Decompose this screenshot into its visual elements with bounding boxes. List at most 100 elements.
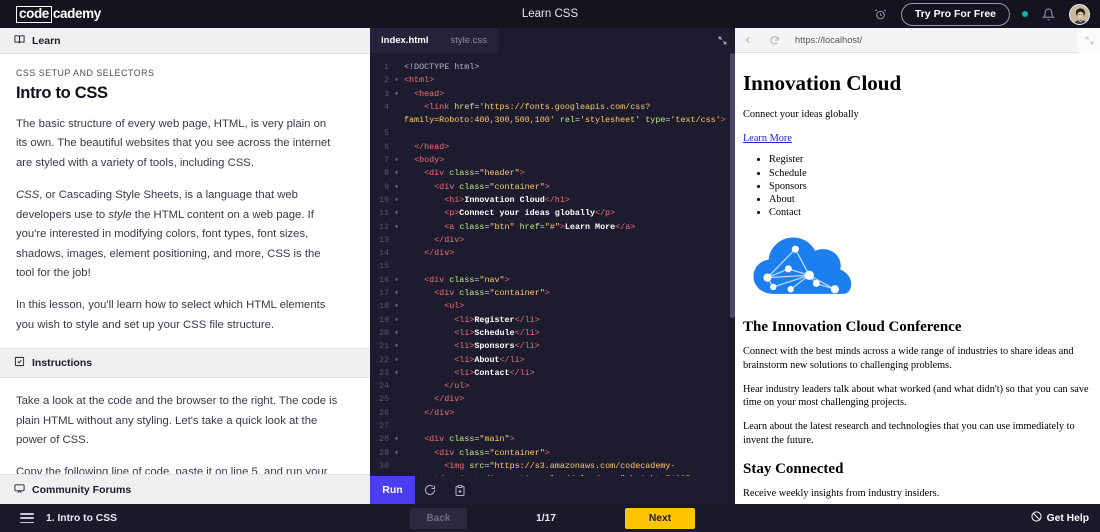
fold-marker[interactable]: [392, 234, 401, 247]
url-text[interactable]: https://localhost/: [795, 35, 862, 45]
conference-paragraph-2: Hear industry leaders talk about what wo…: [743, 383, 1089, 409]
code-line[interactable]: 11 ▾ <p>Connect your ideas globally</p>: [370, 207, 735, 220]
lesson-kicker: CSS SETUP AND SELECTORS: [16, 68, 155, 78]
chevron-left-icon[interactable]: [735, 28, 761, 53]
fold-marker[interactable]: ▾: [392, 74, 401, 87]
code-line[interactable]: 26 </div>: [370, 407, 735, 420]
code-line[interactable]: 4 <link href='https://fonts.googleapis.c…: [370, 101, 735, 128]
reset-icon[interactable]: [415, 476, 445, 504]
code-line[interactable]: 2 ▾ <html>: [370, 74, 735, 87]
page-nav-list: RegisterScheduleSponsorsAboutContact: [743, 153, 1092, 219]
code-line[interactable]: 27: [370, 420, 735, 433]
code-line[interactable]: 25 </div>: [370, 393, 735, 406]
code-text-area[interactable]: 1 <!DOCTYPE html> 2 ▾ <html> 3 ▾ <head> 4 <link…: [370, 53, 735, 498]
code-line[interactable]: 3 ▾ <head>: [370, 88, 735, 101]
fold-marker[interactable]: ▾: [392, 181, 401, 194]
fold-marker[interactable]: [392, 393, 401, 406]
code-line[interactable]: 9 ▾ <div class="container">: [370, 181, 735, 194]
fold-marker[interactable]: ▾: [392, 154, 401, 167]
fold-marker[interactable]: ▾: [392, 167, 401, 180]
fold-marker[interactable]: ▾: [392, 300, 401, 313]
learn-section-header: Learn: [0, 28, 370, 54]
tab-style-css[interactable]: style.css: [440, 28, 498, 53]
code-line[interactable]: 1 <!DOCTYPE html>: [370, 61, 735, 74]
next-button[interactable]: Next: [625, 507, 695, 529]
fold-marker[interactable]: [392, 141, 401, 154]
code-line[interactable]: 13 </div>: [370, 234, 735, 247]
get-help-button[interactable]: Get Help: [1031, 511, 1089, 525]
learn-more-link[interactable]: Learn More: [743, 133, 792, 144]
page-nav-item: Schedule: [769, 167, 1092, 180]
fold-marker[interactable]: [392, 407, 401, 420]
code-line[interactable]: 10 ▾ <h1>Innovation Cloud</h1>: [370, 194, 735, 207]
code-line-text: <link href='https://fonts.googleapis.com…: [404, 101, 726, 126]
avatar[interactable]: [1069, 3, 1090, 25]
run-button[interactable]: Run: [370, 476, 415, 504]
code-line[interactable]: 28 ▾ <div class="main">: [370, 433, 735, 446]
fold-marker[interactable]: ▾: [392, 274, 401, 287]
code-line[interactable]: 22 ▾ <li>About</li>: [370, 354, 735, 367]
fold-marker[interactable]: [392, 380, 401, 393]
fold-marker[interactable]: ▾: [392, 88, 401, 101]
fold-marker[interactable]: ▾: [392, 221, 401, 234]
line-number: 26: [379, 408, 389, 418]
line-number: 29: [379, 448, 389, 458]
fold-marker[interactable]: ▾: [392, 194, 401, 207]
logo-academy-text: cademy: [52, 6, 101, 21]
bell-icon[interactable]: [1040, 6, 1057, 23]
fold-marker[interactable]: [392, 61, 401, 74]
code-line[interactable]: 6 </head>: [370, 141, 735, 154]
code-line[interactable]: 12 ▾ <a class="btn" href="#">Learn More</…: [370, 221, 735, 234]
fold-marker[interactable]: [392, 101, 401, 128]
tab-bar-spacer: [497, 28, 710, 53]
code-line[interactable]: 14 </div>: [370, 247, 735, 260]
logo-code-text: code: [16, 5, 52, 23]
fold-marker[interactable]: [392, 260, 401, 273]
help-icon: [1031, 511, 1042, 525]
code-line[interactable]: 20 ▾ <li>Schedule</li>: [370, 327, 735, 340]
code-line[interactable]: 21 ▾ <li>Sponsors</li>: [370, 340, 735, 353]
community-forums-section[interactable]: Community Forums: [0, 474, 370, 504]
alarm-clock-icon[interactable]: [872, 6, 889, 23]
back-button[interactable]: Back: [410, 507, 467, 529]
code-line-text: <li>Schedule</li>: [454, 327, 540, 338]
code-line[interactable]: 8 ▾ <div class="header">: [370, 167, 735, 180]
browser-expand-icon[interactable]: [1078, 28, 1100, 53]
code-line[interactable]: 29 ▾ <div class="container">: [370, 447, 735, 460]
code-line[interactable]: 15: [370, 260, 735, 273]
fold-marker[interactable]: ▾: [392, 327, 401, 340]
code-line[interactable]: 19 ▾ <li>Register</li>: [370, 314, 735, 327]
code-line[interactable]: 18 ▾ <ul>: [370, 300, 735, 313]
top-navigation-bar: code cademy Learn CSS Try Pro For Free: [0, 0, 1100, 28]
fold-marker[interactable]: ▾: [392, 314, 401, 327]
fold-marker[interactable]: [392, 420, 401, 433]
fold-marker[interactable]: ▾: [392, 340, 401, 353]
narrative-paragraph-2: CSS, or Cascading Style Sheets, is a lan…: [16, 189, 321, 279]
fold-marker[interactable]: [392, 127, 401, 140]
code-line[interactable]: 7 ▾ <body>: [370, 154, 735, 167]
reload-icon[interactable]: [761, 28, 787, 53]
expand-icon[interactable]: [710, 28, 735, 53]
save-to-clipboard-icon[interactable]: [445, 476, 475, 504]
code-line-text: <body>: [414, 155, 445, 166]
try-pro-button[interactable]: Try Pro For Free: [900, 2, 1010, 26]
fold-marker[interactable]: ▾: [392, 447, 401, 460]
code-line[interactable]: 24 </ul>: [370, 380, 735, 393]
code-line-text: </div>: [424, 407, 455, 418]
code-line-text: <ul>: [444, 301, 465, 312]
code-line[interactable]: 23 ▾ <li>Contact</li>: [370, 367, 735, 380]
fold-marker[interactable]: ▾: [392, 287, 401, 300]
fold-marker[interactable]: ▾: [392, 354, 401, 367]
learn-label: Learn: [32, 34, 61, 47]
fold-marker[interactable]: ▾: [392, 207, 401, 220]
code-line[interactable]: 16 ▾ <div class="nav">: [370, 274, 735, 287]
fold-marker[interactable]: [392, 247, 401, 260]
code-line[interactable]: 5: [370, 127, 735, 140]
code-line[interactable]: 17 ▾ <div class="container">: [370, 287, 735, 300]
codecademy-logo[interactable]: code cademy: [16, 5, 101, 23]
tab-index-html[interactable]: index.html: [370, 28, 440, 53]
fold-marker[interactable]: ▾: [392, 367, 401, 380]
fold-marker[interactable]: ▾: [392, 433, 401, 446]
hamburger-menu-icon[interactable]: [20, 513, 34, 523]
lesson-heading: Intro to CSS: [16, 84, 108, 102]
